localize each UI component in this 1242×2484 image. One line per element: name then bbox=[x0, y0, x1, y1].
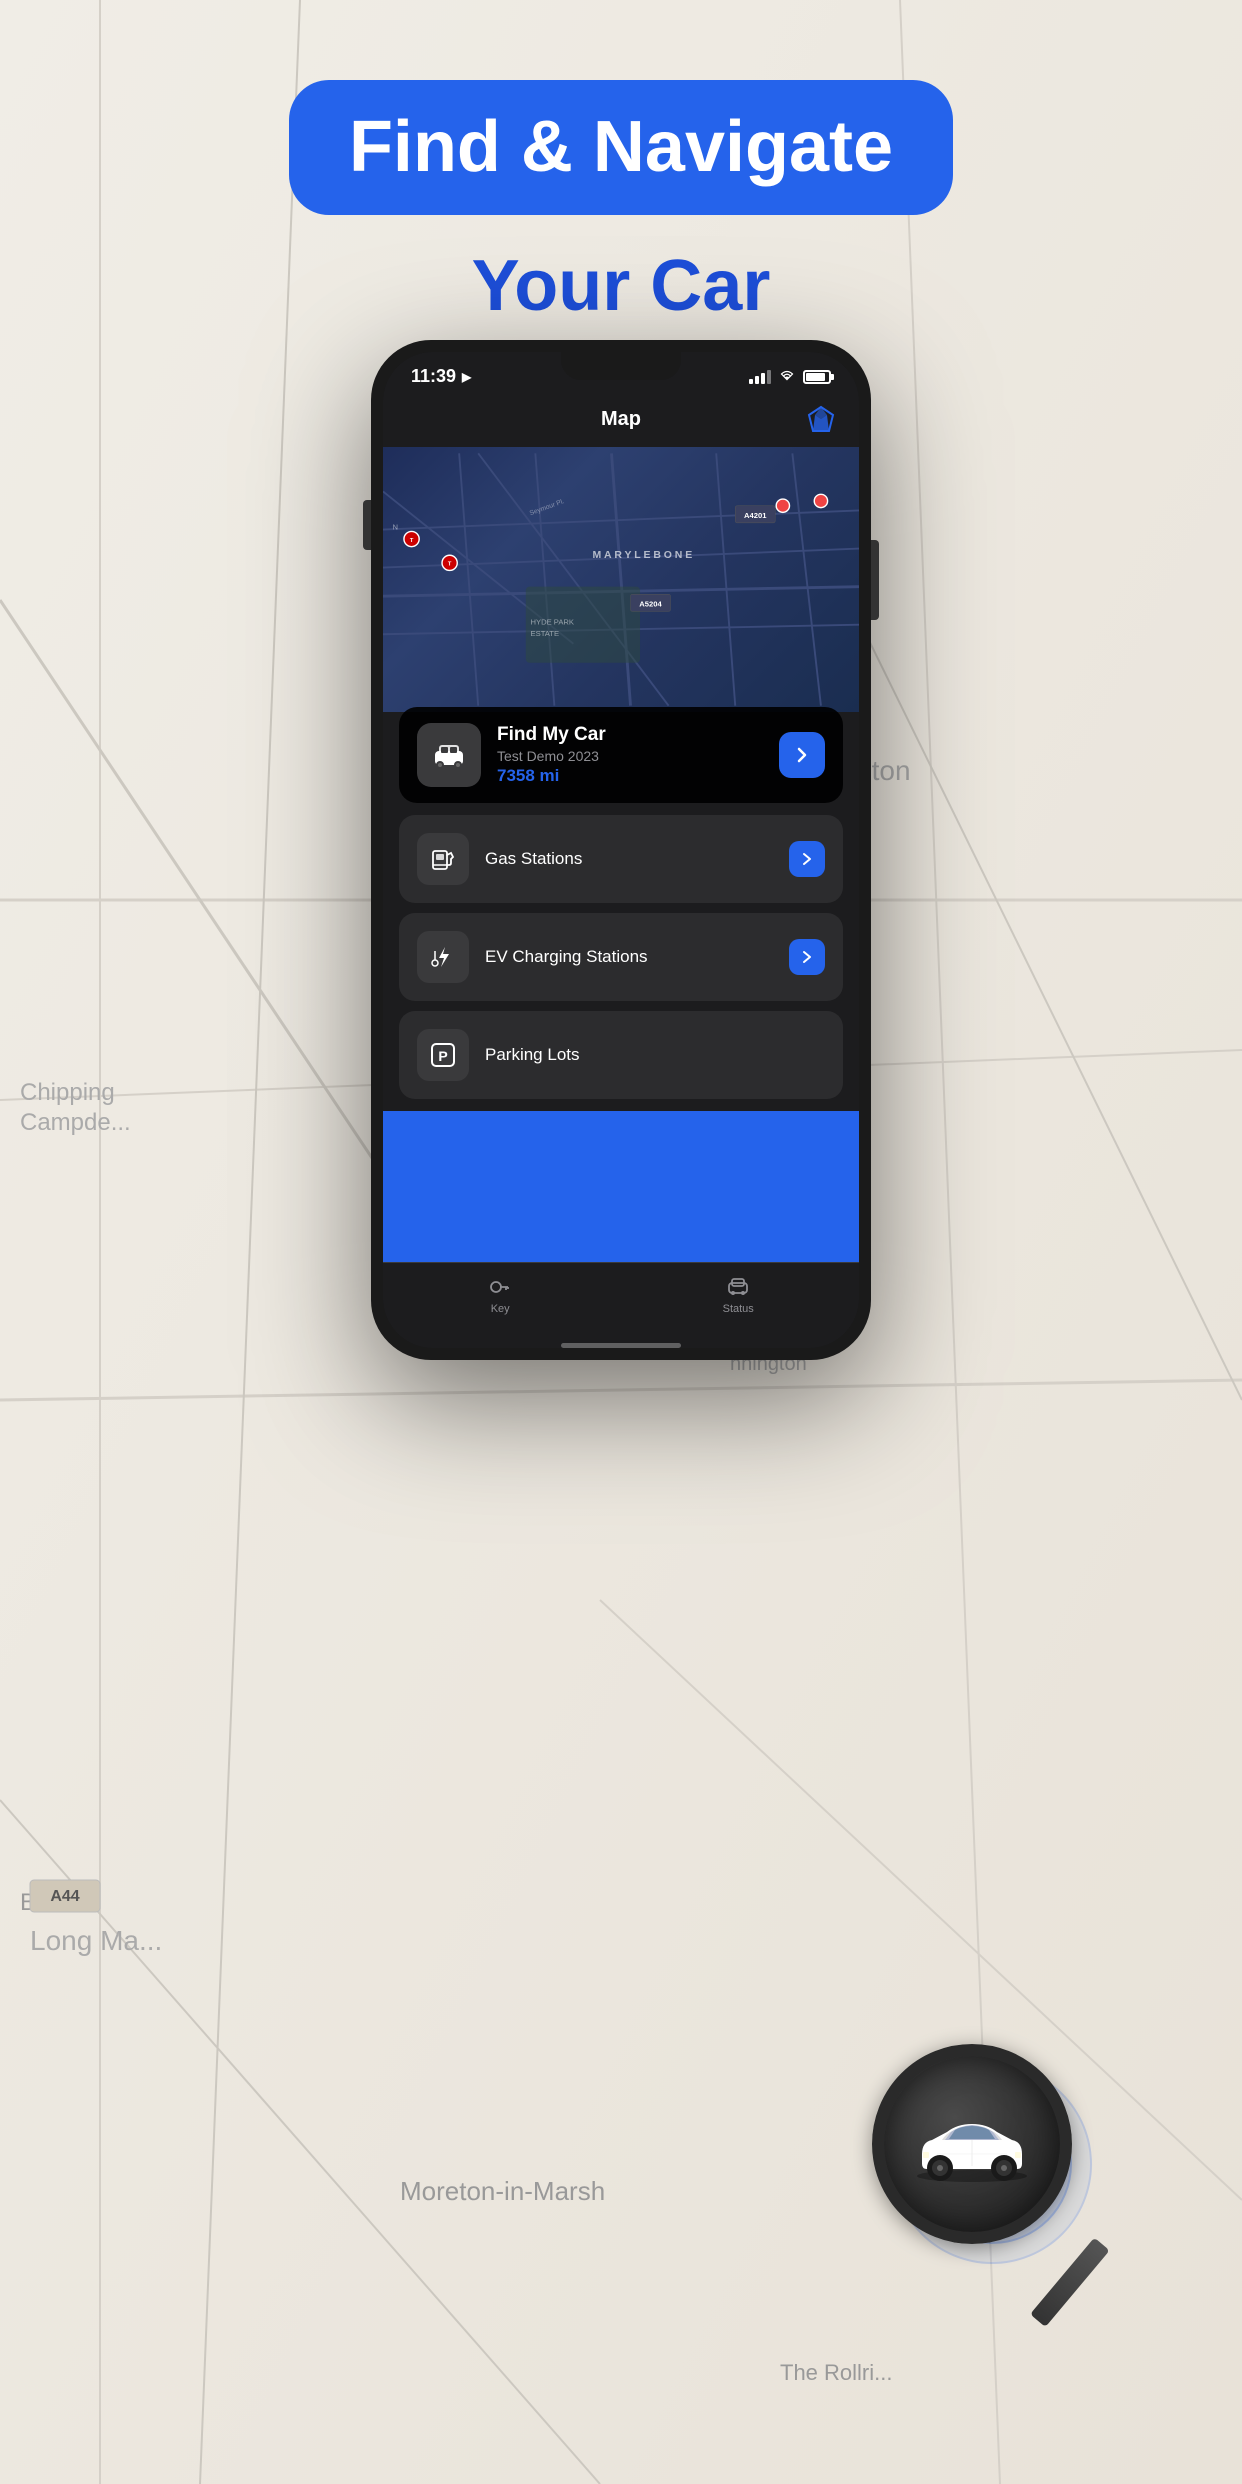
map-streets-svg: MARYLEBONE HYDE PARK ESTATE N A4201 A520… bbox=[383, 447, 859, 712]
time-display: 11:39 bbox=[411, 366, 456, 387]
svg-text:A44: A44 bbox=[50, 1888, 79, 1905]
svg-text:MARYLEBONE: MARYLEBONE bbox=[592, 550, 695, 561]
magnifier-glass bbox=[872, 2044, 1092, 2264]
map-area: MARYLEBONE HYDE PARK ESTATE N A4201 A520… bbox=[383, 447, 859, 712]
parking-icon-box: P bbox=[417, 1029, 469, 1081]
parking-icon: P bbox=[429, 1041, 457, 1069]
find-car-distance: 7358 mi bbox=[497, 766, 763, 786]
find-car-info: Find My Car Test Demo 2023 7358 mi bbox=[497, 724, 763, 786]
diamond-icon[interactable] bbox=[803, 401, 839, 437]
svg-text:A4201: A4201 bbox=[744, 511, 767, 520]
phone-mockup: 11:39 ▶ bbox=[371, 340, 871, 1360]
svg-text:ESTATE: ESTATE bbox=[531, 629, 559, 638]
car-icon-box bbox=[417, 723, 481, 787]
ev-charging-label: EV Charging Stations bbox=[485, 947, 773, 967]
svg-text:HYDE PARK: HYDE PARK bbox=[531, 618, 574, 627]
svg-text:Long Ma...: Long Ma... bbox=[30, 1925, 162, 1956]
menu-list: Gas Stations bbox=[383, 803, 859, 1111]
header-badge: Find & Navigate bbox=[289, 80, 953, 215]
find-car-subtitle: Test Demo 2023 bbox=[497, 748, 763, 764]
signal-bar-2 bbox=[755, 376, 759, 384]
gas-pump-icon bbox=[429, 845, 457, 873]
ev-charging-arrow[interactable] bbox=[789, 939, 825, 975]
navigation-arrow-icon: ▶ bbox=[462, 370, 471, 384]
find-car-panel[interactable]: Find My Car Test Demo 2023 7358 mi bbox=[399, 707, 843, 803]
header: Find & Navigate Your Car bbox=[0, 0, 1242, 367]
find-car-title: Find My Car bbox=[497, 724, 763, 746]
signal-bar-3 bbox=[761, 373, 765, 384]
phone-inner: 11:39 ▶ bbox=[383, 352, 859, 1348]
svg-text:Seymour Pl.: Seymour Pl. bbox=[529, 498, 566, 517]
blue-accent-area bbox=[383, 1111, 859, 1262]
ev-charging-icon-box bbox=[417, 931, 469, 983]
svg-text:N: N bbox=[393, 523, 399, 532]
ev-charging-icon bbox=[429, 943, 457, 971]
app-title: Map bbox=[439, 408, 803, 431]
svg-text:Moreton-in-Marsh: Moreton-in-Marsh bbox=[400, 2176, 605, 2206]
magnifier-lens bbox=[872, 2044, 1072, 2244]
gas-stations-label: Gas Stations bbox=[485, 849, 773, 869]
signal-bar-1 bbox=[749, 379, 753, 384]
status-icons bbox=[749, 369, 831, 385]
header-subtitle: Your Car bbox=[0, 245, 1242, 327]
wifi-icon bbox=[779, 369, 795, 385]
ev-charging-item[interactable]: EV Charging Stations bbox=[399, 913, 843, 1001]
find-car-arrow-button[interactable] bbox=[779, 732, 825, 778]
magnifier-handle bbox=[1030, 2238, 1110, 2327]
svg-text:P: P bbox=[438, 1048, 447, 1064]
svg-text:A5204: A5204 bbox=[639, 600, 662, 609]
magnifier-container bbox=[852, 2024, 1212, 2384]
gas-stations-item[interactable]: Gas Stations bbox=[399, 815, 843, 903]
nav-item-key[interactable]: Key bbox=[488, 1275, 512, 1315]
phone-notch bbox=[561, 352, 681, 380]
app-header: Map bbox=[383, 395, 859, 447]
car-nav-icon bbox=[726, 1275, 750, 1299]
battery-fill bbox=[806, 373, 825, 381]
parking-lots-label: Parking Lots bbox=[485, 1045, 825, 1065]
home-indicator bbox=[561, 1343, 681, 1348]
car-in-magnifier bbox=[907, 2104, 1037, 2184]
phone-outer: 11:39 ▶ bbox=[371, 340, 871, 1360]
battery-icon bbox=[803, 370, 831, 384]
status-nav-label: Status bbox=[723, 1303, 754, 1315]
bottom-nav: Key Status bbox=[383, 1262, 859, 1335]
signal-bars bbox=[749, 370, 771, 384]
parking-lots-item[interactable]: P Parking Lots bbox=[399, 1011, 843, 1099]
key-nav-label: Key bbox=[491, 1303, 510, 1315]
svg-text:Chipping: Chipping bbox=[20, 1079, 115, 1106]
signal-bar-4 bbox=[767, 370, 771, 384]
phone-content: 11:39 ▶ bbox=[383, 352, 859, 1348]
header-badge-text: Find & Navigate bbox=[349, 108, 893, 187]
gas-stations-arrow[interactable] bbox=[789, 841, 825, 877]
svg-text:T: T bbox=[410, 538, 414, 544]
nav-item-status[interactable]: Status bbox=[723, 1275, 754, 1315]
status-time: 11:39 ▶ bbox=[411, 366, 471, 387]
svg-text:T: T bbox=[448, 562, 452, 568]
gas-station-icon-box bbox=[417, 833, 469, 885]
key-nav-icon bbox=[488, 1275, 512, 1299]
car-icon bbox=[431, 741, 467, 769]
svg-text:Campde...: Campde... bbox=[20, 1109, 131, 1136]
